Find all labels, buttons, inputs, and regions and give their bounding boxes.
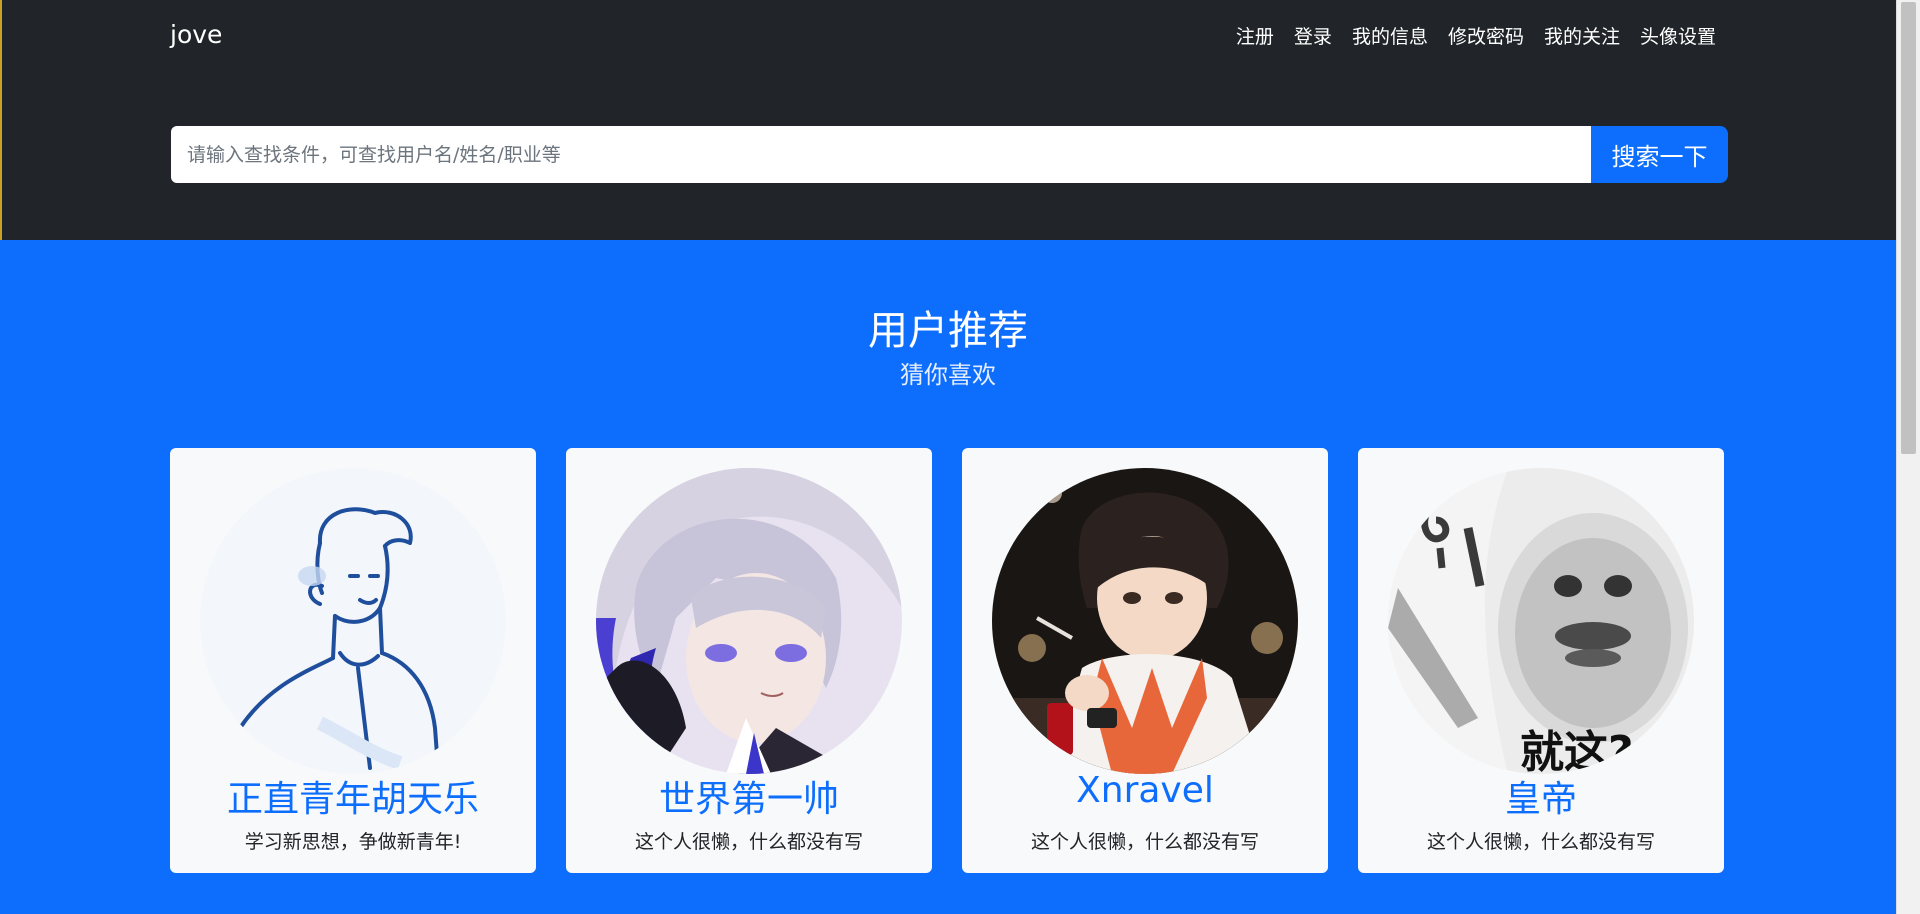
avatar-image	[992, 468, 1298, 774]
section-title: 用户推荐	[868, 308, 1028, 354]
user-bio: 这个人很懒，什么都没有写	[1030, 831, 1259, 853]
nav-my-follows[interactable]: 我的关注	[1544, 22, 1620, 49]
avatar-image	[200, 468, 506, 774]
user-name[interactable]: 正直青年胡天乐	[170, 770, 536, 822]
anime-orange-hoodie-avatar[interactable]	[992, 468, 1298, 774]
user-card[interactable]: 世界第一帅 这个人很懒，什么都没有写	[566, 448, 932, 873]
user-card-list: 正直青年胡天乐 学习新思想，争做新青年! 世界第一帅 这个人很懒，什么都没有写 …	[170, 448, 1724, 873]
user-bio: 学习新思想，争做新青年!	[244, 831, 462, 853]
top-nav: 注册 登录 我的信息 修改密码 我的关注 头像设置	[1236, 22, 1716, 49]
user-card[interactable]: 就这? 皇帝 这个人很懒，什么都没有写	[1358, 448, 1724, 873]
nav-login[interactable]: 登录	[1294, 22, 1332, 49]
user-card[interactable]: 正直青年胡天乐 学习新思想，争做新青年!	[170, 448, 536, 873]
user-bio: 这个人很懒，什么都没有写	[1426, 831, 1655, 853]
brand-logo[interactable]: jove	[170, 20, 222, 49]
user-card[interactable]: Xnravel 这个人很懒，什么都没有写	[962, 448, 1328, 873]
search-input[interactable]	[171, 126, 1591, 183]
nav-change-password[interactable]: 修改密码	[1448, 22, 1524, 49]
user-bio: 这个人很懒，什么都没有写	[634, 831, 863, 853]
nav-avatar-settings[interactable]: 头像设置	[1640, 22, 1716, 49]
user-name[interactable]: Xnravel	[962, 770, 1328, 811]
avatar-image	[596, 468, 902, 774]
recommend-section: 用户推荐 猜你喜欢 正直青年胡天乐 学习新思想，争做新青年! 世界第一帅 这个人…	[0, 240, 1896, 914]
section-subtitle: 猜你喜欢	[900, 361, 996, 389]
search-button[interactable]: 搜索一下	[1591, 126, 1728, 183]
avatar-caption: 就这?	[1520, 727, 1634, 774]
meme-face-avatar[interactable]: 就这?	[1388, 468, 1694, 774]
search-bar: 搜索一下	[171, 126, 1728, 183]
top-header: jove 注册 登录 我的信息 修改密码 我的关注 头像设置 搜索一下	[0, 0, 1896, 240]
vertical-scrollbar[interactable]	[1896, 0, 1920, 914]
nav-register[interactable]: 注册	[1236, 22, 1274, 49]
line-drawing-man-avatar[interactable]	[200, 468, 506, 774]
user-name[interactable]: 皇帝	[1358, 770, 1724, 822]
scrollbar-thumb[interactable]	[1901, 2, 1916, 454]
anime-silver-hair-avatar[interactable]	[596, 468, 902, 774]
user-name[interactable]: 世界第一帅	[566, 770, 932, 822]
nav-my-info[interactable]: 我的信息	[1352, 22, 1428, 49]
